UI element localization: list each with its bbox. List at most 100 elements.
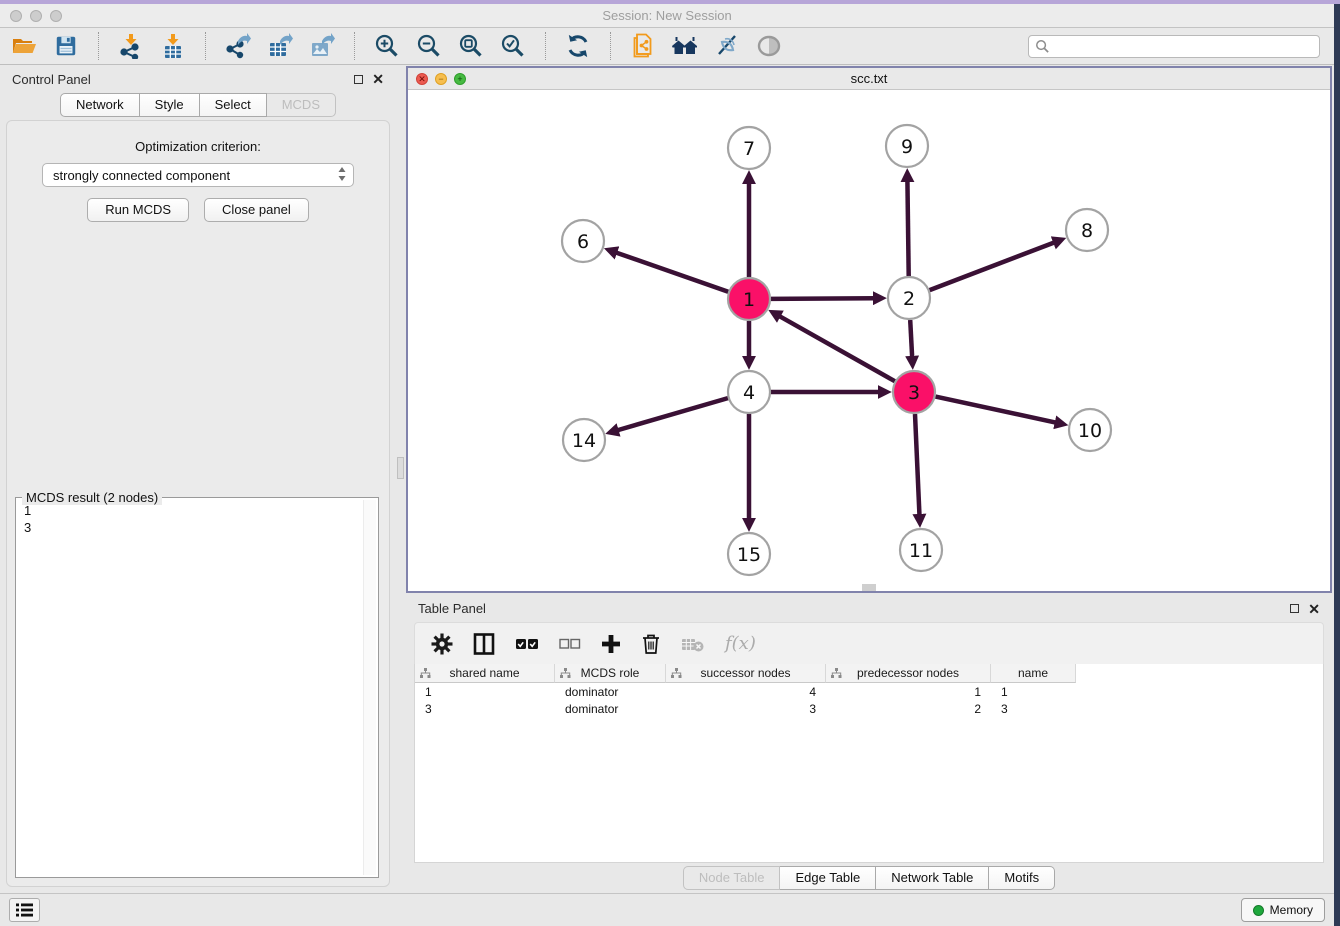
maximize-view-button[interactable]: +: [454, 73, 466, 85]
optimization-criterion-value: strongly connected component: [53, 168, 230, 183]
table-cell[interactable]: 1: [826, 685, 991, 699]
optimization-criterion-label: Optimization criterion:: [7, 139, 389, 154]
column-header-shared-name[interactable]: shared name: [415, 664, 555, 683]
delete-button[interactable]: [641, 633, 661, 655]
splitter-handle[interactable]: [397, 457, 404, 479]
column-button[interactable]: [473, 633, 495, 655]
table-cell[interactable]: 4: [666, 685, 826, 699]
table-row[interactable]: 3dominator323: [415, 700, 1323, 717]
tab-edge-table[interactable]: Edge Table: [780, 866, 876, 890]
export-network-icon: [225, 33, 251, 59]
add-button[interactable]: [601, 634, 621, 654]
edge-3-11[interactable]: [915, 414, 920, 516]
close-table-panel-icon[interactable]: ✕: [1308, 602, 1320, 616]
settings-gear-button[interactable]: [431, 633, 453, 655]
table-cell[interactable]: 3: [415, 702, 555, 716]
column-header-successor-nodes[interactable]: successor nodes: [666, 664, 826, 683]
edge-2-3[interactable]: [910, 320, 912, 358]
edge-3-1[interactable]: [779, 316, 895, 382]
run-mcds-button[interactable]: Run MCDS: [87, 198, 189, 222]
memory-button[interactable]: Memory: [1241, 898, 1325, 922]
home-button[interactable]: [671, 32, 699, 60]
import-network-button[interactable]: [117, 32, 145, 60]
float-panel-icon[interactable]: [354, 75, 363, 84]
eye-button[interactable]: [755, 32, 783, 60]
import-network-icon: [118, 33, 144, 59]
column-header-name[interactable]: name: [991, 664, 1076, 683]
deselect-all-icon: [559, 637, 581, 651]
select-all-button[interactable]: [515, 636, 539, 652]
table-cell[interactable]: 1: [415, 685, 555, 699]
tab-select[interactable]: Select: [200, 93, 267, 117]
table-cell[interactable]: dominator: [555, 702, 666, 716]
zoom-out-button[interactable]: [415, 32, 443, 60]
close-panel-button[interactable]: Close panel: [204, 198, 309, 222]
window-titlebar: Session: New Session: [0, 4, 1334, 28]
import-table-button[interactable]: [159, 32, 187, 60]
function-builder-button[interactable]: f(x): [725, 633, 756, 654]
deselect-all-button[interactable]: [559, 637, 581, 651]
zoom-selected-button[interactable]: [499, 32, 527, 60]
canvas-resize-handle[interactable]: [862, 584, 876, 591]
memory-label: Memory: [1270, 903, 1313, 917]
table-header: shared nameMCDS rolesuccessor nodesprede…: [415, 664, 1323, 683]
network-view-title: scc.txt: [408, 71, 1330, 86]
column-header-predecessor-nodes[interactable]: predecessor nodes: [826, 664, 991, 683]
network-canvas[interactable]: 7968124314101511: [408, 90, 1330, 591]
edge-2-8[interactable]: [930, 242, 1056, 290]
toolbar-separator: [610, 32, 611, 60]
cybrowser-icon: [714, 33, 740, 59]
vertical-splitter[interactable]: [396, 65, 406, 893]
search-input[interactable]: [1054, 39, 1313, 53]
zoom-in-button[interactable]: [373, 32, 401, 60]
zoom-window-button[interactable]: [50, 10, 62, 22]
network-window-titlebar: ✕ − + scc.txt: [408, 68, 1330, 90]
table-cell[interactable]: 2: [826, 702, 991, 716]
close-panel-icon[interactable]: ✕: [372, 72, 384, 86]
zoom-fit-button[interactable]: [457, 32, 485, 60]
refresh-view-button[interactable]: [564, 32, 592, 60]
delete-table-button[interactable]: [681, 635, 705, 653]
save-session-button[interactable]: [52, 32, 80, 60]
cybrowser-button[interactable]: [713, 32, 741, 60]
ndex-network-button[interactable]: [629, 32, 657, 60]
table-cell[interactable]: 1: [991, 685, 1076, 699]
tab-network[interactable]: Network: [60, 93, 140, 117]
result-scrollbar[interactable]: [363, 500, 376, 875]
app-window: Session: New Session: [0, 4, 1334, 926]
tab-network-table[interactable]: Network Table: [876, 866, 989, 890]
close-view-button[interactable]: ✕: [416, 73, 428, 85]
edge-2-9[interactable]: [907, 180, 908, 276]
tab-motifs[interactable]: Motifs: [989, 866, 1055, 890]
export-table-button[interactable]: [266, 32, 294, 60]
edge-3-10[interactable]: [936, 397, 1057, 423]
table-cell[interactable]: 3: [666, 702, 826, 716]
edge-1-2[interactable]: [771, 298, 875, 299]
tab-node-table[interactable]: Node Table: [683, 866, 781, 890]
table-cell[interactable]: dominator: [555, 685, 666, 699]
export-image-button[interactable]: [308, 32, 336, 60]
close-window-button[interactable]: [10, 10, 22, 22]
memory-status-icon: [1253, 905, 1264, 916]
mcds-panel: Optimization criterion: strongly connect…: [6, 120, 390, 887]
minimize-view-button[interactable]: −: [435, 73, 447, 85]
minimize-window-button[interactable]: [30, 10, 42, 22]
search-box[interactable]: [1028, 35, 1320, 58]
float-table-panel-icon[interactable]: [1290, 604, 1299, 613]
control-panel: Control Panel ✕ NetworkStyleSelectMCDS O…: [0, 65, 396, 893]
edge-1-6[interactable]: [615, 252, 728, 292]
window-controls: [10, 10, 62, 22]
tab-style[interactable]: Style: [140, 93, 200, 117]
task-history-button[interactable]: [9, 898, 40, 922]
open-session-button[interactable]: [10, 32, 38, 60]
column-header-MCDS-role[interactable]: MCDS role: [555, 664, 666, 683]
table-cell[interactable]: 3: [991, 702, 1076, 716]
import-table-icon: [160, 33, 186, 59]
table-row[interactable]: 1dominator411: [415, 683, 1323, 700]
column-hierarchy-icon: [671, 668, 682, 682]
edge-4-14[interactable]: [617, 398, 728, 430]
export-network-button[interactable]: [224, 32, 252, 60]
tab-mcds[interactable]: MCDS: [267, 93, 336, 117]
optimization-criterion-select[interactable]: strongly connected component: [42, 163, 354, 187]
search-icon: [1035, 39, 1050, 54]
